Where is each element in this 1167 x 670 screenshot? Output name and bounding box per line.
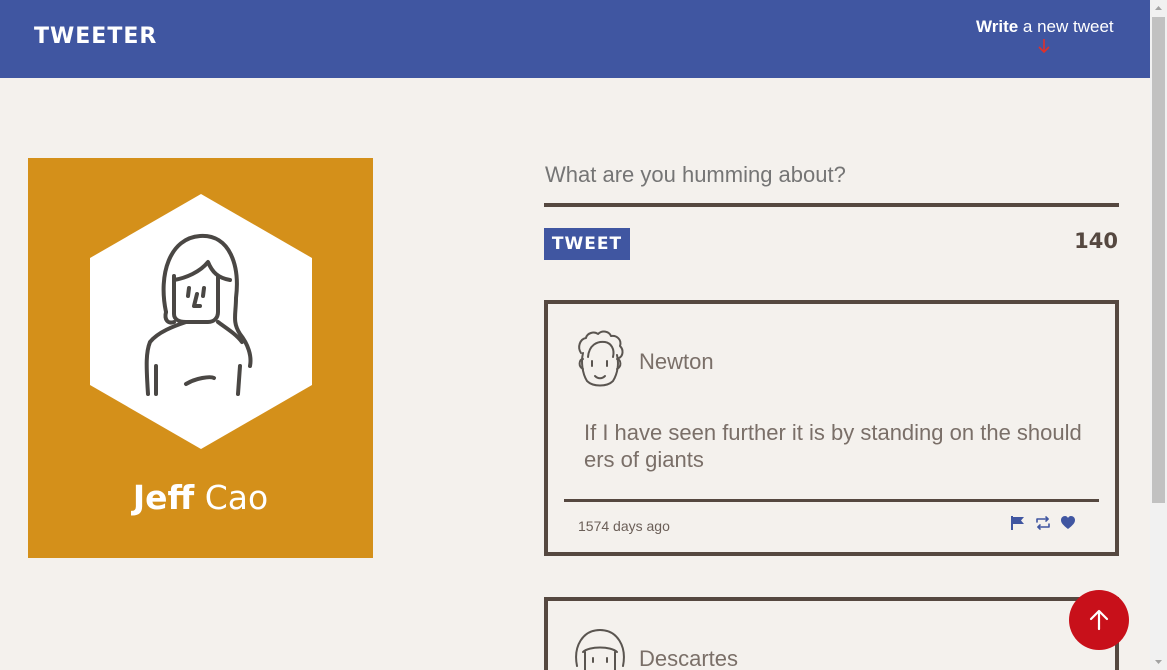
tweet-button[interactable]: TWEET [544, 228, 630, 260]
write-link-bold: Write [976, 17, 1019, 36]
flag-icon[interactable] [1010, 515, 1026, 531]
arrow-up-icon [1089, 609, 1109, 631]
scrollbar-up-arrow[interactable] [1150, 0, 1167, 17]
write-new-tweet-link[interactable]: Write a new tweet [976, 17, 1114, 37]
profile-avatar [90, 194, 312, 449]
tweet-composer-input[interactable] [545, 160, 1119, 190]
profile-card: Jeff Cao [28, 158, 373, 558]
profile-first-name: Jeff [132, 478, 195, 517]
scrollbar-thumb[interactable] [1152, 17, 1165, 503]
descartes-avatar [575, 629, 625, 670]
newton-avatar [578, 330, 624, 387]
heart-icon[interactable] [1060, 515, 1076, 531]
tweet-card: Newton If I have seen further it is by s… [544, 300, 1119, 556]
character-counter: 140 [1074, 229, 1118, 253]
tweet-author[interactable]: Newton [639, 349, 714, 375]
tweet-card: Descartes [544, 597, 1119, 670]
tweet-divider [564, 499, 1099, 502]
scroll-to-top-button[interactable] [1069, 590, 1129, 650]
write-link-rest: a new tweet [1018, 17, 1114, 36]
composer-underline [544, 203, 1119, 207]
tweet-timestamp: 1574 days ago [578, 518, 670, 534]
arrow-down-icon[interactable] [1037, 38, 1051, 54]
logo[interactable]: TWEETER [34, 24, 157, 49]
profile-last-name: Cao [204, 478, 269, 517]
navbar: TWEETER Write a new tweet [0, 0, 1150, 78]
tweet-text: If I have seen further it is by standing… [584, 420, 1082, 472]
scrollbar-down-arrow[interactable] [1150, 653, 1167, 670]
retweet-icon[interactable] [1035, 515, 1051, 531]
tweet-author[interactable]: Descartes [639, 646, 738, 670]
profile-name: Jeff Cao [28, 478, 373, 517]
